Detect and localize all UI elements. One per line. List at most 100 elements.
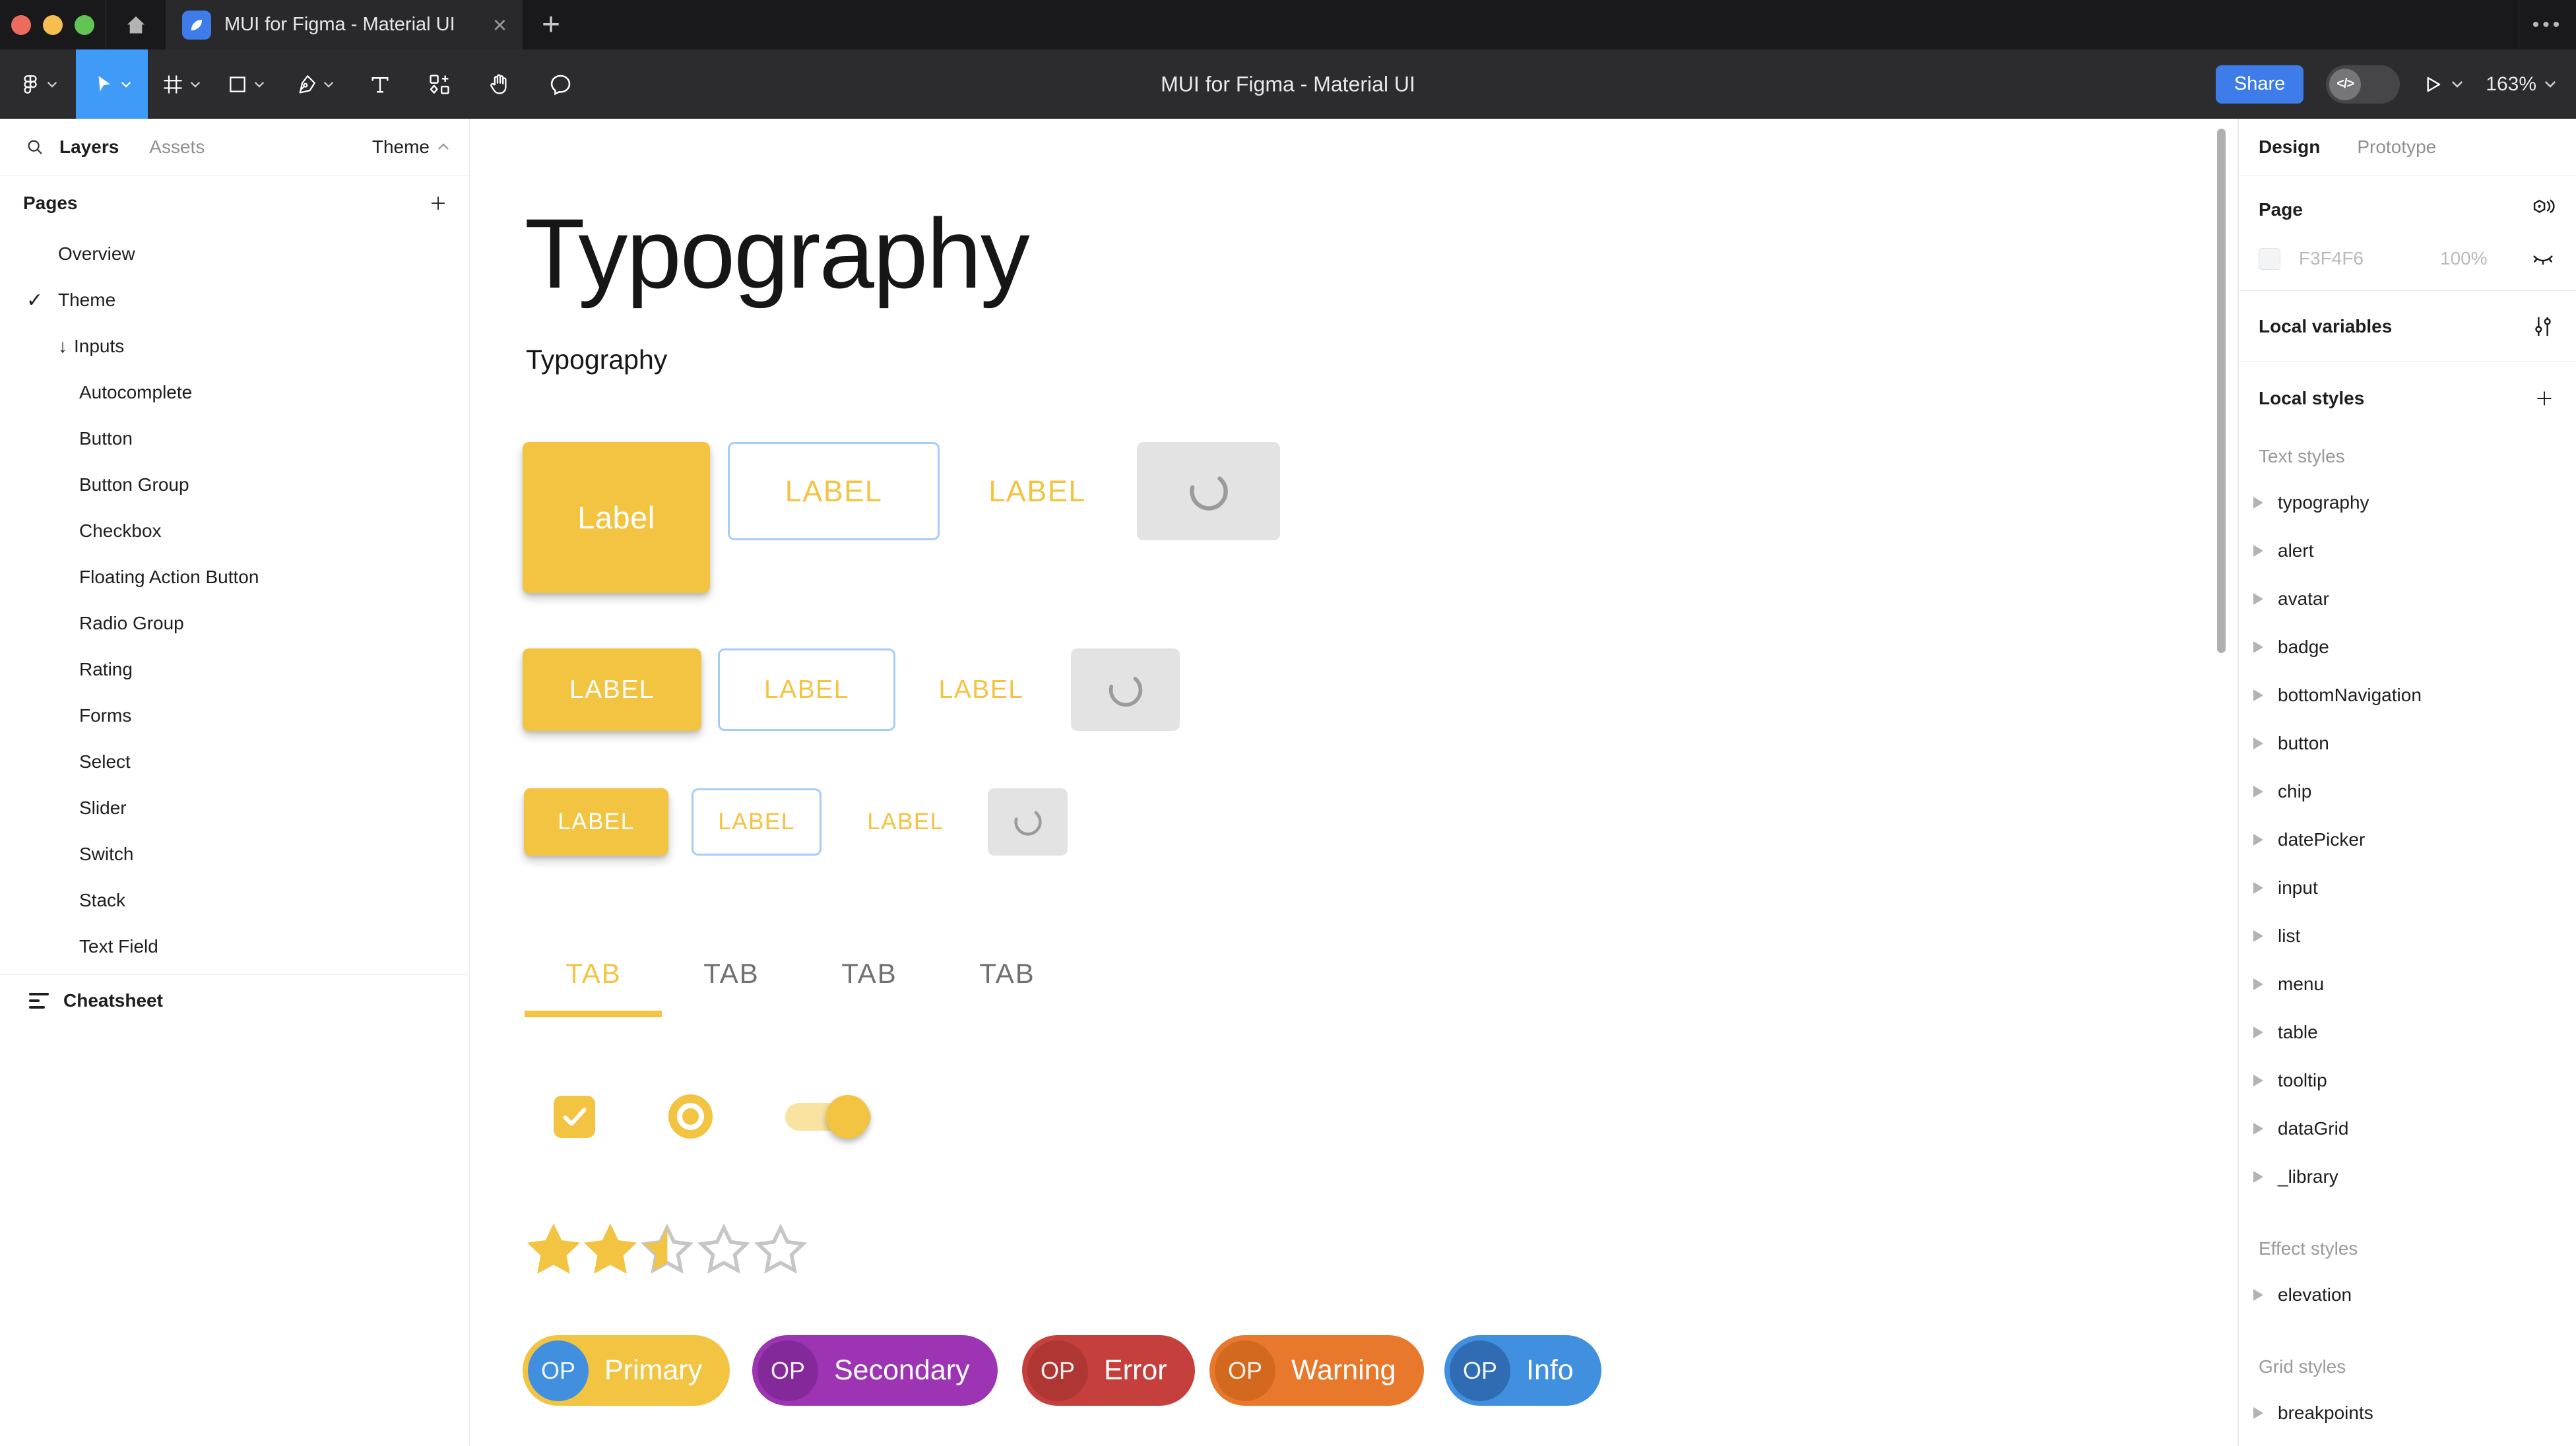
disclosure-triangle-icon[interactable] bbox=[2253, 738, 2263, 749]
text-style-alert[interactable]: alert bbox=[2239, 526, 2576, 575]
move-tool-button[interactable] bbox=[76, 49, 148, 119]
tab-layers[interactable]: Layers bbox=[59, 137, 119, 158]
page-item-stack[interactable]: Stack bbox=[0, 877, 469, 924]
main-menu-button[interactable] bbox=[0, 49, 76, 119]
rating-widget[interactable] bbox=[526, 1222, 808, 1277]
page-item-switch[interactable]: Switch bbox=[0, 831, 469, 877]
disclosure-triangle-icon[interactable] bbox=[2253, 1026, 2263, 1038]
page-item-button[interactable]: Button bbox=[0, 416, 469, 462]
text-style-badge[interactable]: badge bbox=[2239, 623, 2576, 671]
disclosure-triangle-icon[interactable] bbox=[2253, 978, 2263, 990]
button-outlined-small[interactable]: LABEL bbox=[692, 788, 821, 856]
disclosure-triangle-icon[interactable] bbox=[2253, 1289, 2263, 1301]
present-control[interactable] bbox=[2422, 74, 2463, 95]
text-style-chip[interactable]: chip bbox=[2239, 767, 2576, 815]
text-style-bottomnavigation[interactable]: bottomNavigation bbox=[2239, 671, 2576, 719]
page-item-forms[interactable]: Forms bbox=[0, 693, 469, 739]
close-tab-icon[interactable]: × bbox=[482, 13, 507, 37]
chip-warning[interactable]: OP Warning bbox=[1209, 1335, 1424, 1406]
effect-style-elevation[interactable]: elevation bbox=[2239, 1271, 2576, 1319]
disclosure-triangle-icon[interactable] bbox=[2253, 1407, 2263, 1419]
canvas-tab[interactable]: TAB bbox=[525, 937, 662, 1011]
file-tab[interactable]: MUI for Figma - Material UI × bbox=[166, 0, 523, 49]
page-item-theme[interactable]: ✓ Theme bbox=[0, 277, 469, 323]
dev-mode-toggle[interactable]: </> bbox=[2326, 65, 2400, 104]
tab-design[interactable]: Design bbox=[2259, 137, 2320, 158]
frame-tool-button[interactable] bbox=[148, 49, 214, 119]
tab-assets[interactable]: Assets bbox=[149, 137, 205, 158]
button-contained-large[interactable]: Label bbox=[523, 442, 710, 593]
page-item-floating-action-button[interactable]: Floating Action Button bbox=[0, 554, 469, 600]
share-button[interactable]: Share bbox=[2216, 65, 2303, 104]
rating-star[interactable] bbox=[526, 1222, 581, 1277]
grid-style-breakpoints[interactable]: breakpoints bbox=[2239, 1389, 2576, 1437]
more-menu-button[interactable]: ••• bbox=[2519, 0, 2576, 49]
button-outlined-medium[interactable]: LABEL bbox=[718, 648, 895, 731]
text-style-list[interactable]: list bbox=[2239, 912, 2576, 960]
disclosure-triangle-icon[interactable] bbox=[2253, 641, 2263, 653]
add-style-button[interactable] bbox=[2532, 387, 2556, 410]
button-text-medium[interactable]: LABEL bbox=[928, 648, 1034, 731]
pen-tool-button[interactable] bbox=[277, 49, 351, 119]
canvas-tab[interactable]: TAB bbox=[800, 937, 938, 1011]
disclosure-triangle-icon[interactable] bbox=[2253, 786, 2263, 798]
page-item-slider[interactable]: Slider bbox=[0, 785, 469, 831]
local-variables-section[interactable]: Local variables bbox=[2239, 291, 2576, 362]
text-tool-button[interactable] bbox=[351, 49, 409, 119]
design-canvas[interactable]: Typography Typography Label LABEL LABEL … bbox=[470, 119, 2238, 1446]
tab-prototype[interactable]: Prototype bbox=[2357, 137, 2436, 158]
page-color-value[interactable]: F3F4F6 bbox=[2299, 248, 2404, 269]
close-window-button[interactable] bbox=[11, 15, 31, 35]
page-item-checkbox[interactable]: Checkbox bbox=[0, 508, 469, 554]
radio-checked[interactable] bbox=[668, 1094, 713, 1139]
resources-tool-button[interactable] bbox=[409, 49, 470, 119]
chip-primary[interactable]: OP Primary bbox=[523, 1335, 730, 1406]
disclosure-triangle-icon[interactable] bbox=[2253, 497, 2263, 509]
page-item-text-field[interactable]: Text Field bbox=[0, 924, 469, 970]
minimize-window-button[interactable] bbox=[43, 15, 63, 35]
cheatsheet-item[interactable]: Cheatsheet bbox=[0, 975, 469, 1026]
rating-star[interactable] bbox=[696, 1222, 752, 1277]
disclosure-triangle-icon[interactable] bbox=[2253, 1123, 2263, 1135]
text-style-tooltip[interactable]: tooltip bbox=[2239, 1056, 2576, 1104]
disclosure-triangle-icon[interactable] bbox=[2253, 689, 2263, 701]
disclosure-triangle-icon[interactable] bbox=[2253, 545, 2263, 557]
hand-tool-button[interactable] bbox=[470, 49, 529, 119]
page-item-radio-group[interactable]: Radio Group bbox=[0, 600, 469, 646]
page-item-select[interactable]: Select bbox=[0, 739, 469, 785]
page-item-overview[interactable]: Overview bbox=[0, 231, 469, 277]
page-item-inputs[interactable]: ↓ Inputs bbox=[0, 323, 469, 369]
canvas-scrollbar[interactable] bbox=[2217, 129, 2226, 653]
switch-on[interactable] bbox=[785, 1103, 871, 1131]
checkbox-checked[interactable] bbox=[554, 1096, 595, 1138]
text-style-menu[interactable]: menu bbox=[2239, 960, 2576, 1008]
new-tab-button[interactable]: + bbox=[523, 0, 579, 49]
page-item-button-group[interactable]: Button Group bbox=[0, 462, 469, 508]
button-loading-medium[interactable] bbox=[1071, 648, 1180, 731]
chip-error[interactable]: OP Error bbox=[1022, 1335, 1195, 1406]
rating-star[interactable] bbox=[639, 1222, 695, 1277]
rating-star[interactable] bbox=[753, 1222, 808, 1277]
search-icon[interactable] bbox=[25, 137, 45, 157]
disclosure-triangle-icon[interactable] bbox=[2253, 1075, 2263, 1086]
disclosure-triangle-icon[interactable] bbox=[2253, 593, 2263, 605]
canvas-tab[interactable]: TAB bbox=[938, 937, 1076, 1011]
disclosure-triangle-icon[interactable] bbox=[2253, 1171, 2263, 1183]
text-style-datepicker[interactable]: datePicker bbox=[2239, 815, 2576, 864]
home-button[interactable] bbox=[106, 0, 166, 49]
button-contained-small[interactable]: LABEL bbox=[524, 788, 668, 856]
disclosure-triangle-icon[interactable] bbox=[2253, 834, 2263, 846]
button-text-small[interactable]: LABEL bbox=[858, 788, 953, 856]
chip-info[interactable]: OP Info bbox=[1444, 1335, 1601, 1406]
zoom-window-button[interactable] bbox=[75, 15, 94, 35]
styles-icon[interactable] bbox=[2528, 196, 2556, 224]
disclosure-triangle-icon[interactable] bbox=[2253, 930, 2263, 942]
text-style-input[interactable]: input bbox=[2239, 864, 2576, 912]
button-outlined-large[interactable]: LABEL bbox=[728, 442, 940, 540]
disclosure-triangle-icon[interactable] bbox=[2253, 882, 2263, 894]
color-swatch[interactable] bbox=[2259, 248, 2280, 270]
button-loading-small[interactable] bbox=[988, 788, 1068, 856]
add-page-button[interactable] bbox=[427, 192, 449, 214]
text-style-typography[interactable]: typography bbox=[2239, 478, 2576, 526]
chip-secondary[interactable]: OP Secondary bbox=[752, 1335, 998, 1406]
